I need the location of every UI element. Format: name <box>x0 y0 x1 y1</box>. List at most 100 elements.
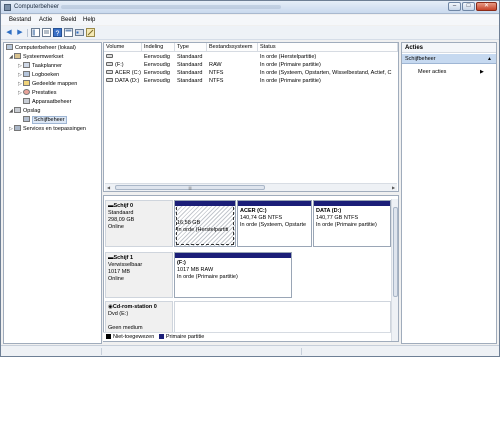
tree-item-gedeelde-mappen[interactable]: ▷ Gedeelde mappen <box>18 80 77 88</box>
minimize-button[interactable]: – <box>448 2 461 11</box>
window-title: Computerbeheer <box>14 4 60 10</box>
tree-item-opslag[interactable]: ◢ Opslag <box>9 107 40 115</box>
status-cell: In orde (Systeem, Opstarten, Wisselbesta… <box>260 70 392 76</box>
status-divider <box>101 348 102 355</box>
tree-item-prestaties[interactable]: ▷ Prestaties <box>18 89 56 97</box>
layout-cell: Eenvoudig <box>144 70 170 76</box>
cdrom-0-label[interactable]: ◉Cd-rom-station 0 Dvd (E:) Geen medium <box>105 301 173 333</box>
menu-bestand[interactable]: Bestand <box>9 17 31 23</box>
filesystem-cell: NTFS <box>209 78 224 84</box>
volume-cell: (F:) <box>104 61 142 69</box>
actions-pane: Acties Schijfbeheer ▲ Meer acties ▶ <box>401 42 497 344</box>
partition-bar <box>175 253 291 258</box>
scroll-left-icon[interactable]: ◀ <box>105 184 112 191</box>
toolbar-separator <box>27 29 28 37</box>
collapse-up-icon[interactable]: ▲ <box>487 54 492 64</box>
settings-icon[interactable] <box>85 28 95 38</box>
drive-icon <box>106 62 113 66</box>
title-bar-background-artifact <box>61 5 281 9</box>
volume-cell: ACER (C:) <box>104 69 142 77</box>
partition-recovery[interactable]: 16,58 GB In orde (Herstelpartiti <box>174 200 236 247</box>
scrollbar-thumb[interactable]: ||| <box>115 185 265 190</box>
disk-0-label[interactable]: ▬Schijf 0 Standaard 298,09 GB Online <box>105 200 173 247</box>
scrollbar-thumb[interactable] <box>393 207 398 297</box>
computer-management-window: Computerbeheer – □ ✕ Bestand Actie Beeld… <box>0 0 500 357</box>
tree-item-logboeken[interactable]: ▷ Logboeken <box>18 71 59 79</box>
column-header-bestandssysteem[interactable]: Bestandssysteem <box>207 43 258 52</box>
more-actions-link[interactable]: Meer acties ▶ <box>418 69 484 75</box>
horizontal-scrollbar[interactable]: ◀ ||| ▶ <box>105 183 397 191</box>
tree-item-taakplanner[interactable]: ▷ Taakplanner <box>18 62 62 70</box>
column-header-status[interactable]: Status <box>258 43 398 52</box>
drive-icon <box>106 78 113 82</box>
drive-icon <box>106 54 113 58</box>
volume-cell <box>104 53 142 61</box>
disk-view-icon[interactable] <box>74 28 84 38</box>
legend-swatch-unallocated <box>106 334 111 339</box>
scroll-right-icon[interactable]: ▶ <box>390 184 397 191</box>
tree-item-apparaatbeheer[interactable]: Apparaatbeheer <box>18 98 71 106</box>
status-divider <box>301 348 302 355</box>
disk-1-label[interactable]: ▬Schijf 1 Verwisselbaar 1017 MB Online <box>105 252 173 298</box>
partition-bar <box>238 201 311 206</box>
computer-icon <box>6 44 13 50</box>
legend-swatch-primary <box>158 334 164 339</box>
partition-f[interactable]: (F:) 1017 MB RAW In orde (Primaire partiti… <box>174 252 292 298</box>
column-header-volume[interactable]: Volume <box>104 43 142 52</box>
maximize-button[interactable]: □ <box>462 2 475 11</box>
status-cell: In orde (Primaire partitie) <box>260 62 321 68</box>
filesystem-cell: RAW <box>209 62 222 68</box>
legend-label: Primaire partitie <box>165 334 205 340</box>
show-hide-tree-icon[interactable] <box>30 28 40 38</box>
status-cell: In orde (Herstelpartitie) <box>260 54 317 60</box>
menu-actie[interactable]: Actie <box>39 17 52 23</box>
back-arrow-icon[interactable]: ◀ <box>4 28 14 38</box>
vertical-scrollbar[interactable] <box>391 199 398 341</box>
disk-layout-panel: ▬Schijf 0 Standaard 298,09 GB Online 16,… <box>103 195 399 342</box>
navigation-tree: Computerbeheer (lokaal) ◢ Systeemwerkset … <box>3 42 102 344</box>
tools-icon <box>14 53 21 59</box>
performance-icon <box>23 89 30 95</box>
tree-item-computerbeheer[interactable]: Computerbeheer (lokaal) <box>6 44 76 52</box>
menu-bar: Bestand Actie Beeld Help <box>1 15 499 25</box>
type-cell: Standaard <box>177 62 203 68</box>
drive-icon <box>106 70 113 74</box>
clock-icon <box>23 62 30 68</box>
event-log-icon <box>23 71 30 77</box>
column-header-type[interactable]: Type <box>175 43 207 52</box>
disk-management-icon <box>23 116 30 122</box>
layout-cell: Eenvoudig <box>144 62 170 68</box>
toolbar: ◀ ▶ ? <box>1 26 499 40</box>
device-manager-icon <box>23 98 30 104</box>
forward-arrow-icon[interactable]: ▶ <box>15 28 25 38</box>
type-cell: Standaard <box>177 54 203 60</box>
close-button[interactable]: ✕ <box>476 2 497 11</box>
partition-data-d[interactable]: DATA (D:) 140,77 GB NTFS In orde (Primaire… <box>313 200 391 247</box>
submenu-arrow-icon: ▶ <box>480 69 484 75</box>
menu-help[interactable]: Help <box>83 17 95 23</box>
legend-label: Niet-toegewezen <box>113 334 155 340</box>
legend: Niet-toegewezen Primaire partitie <box>103 332 391 341</box>
view-details-icon[interactable] <box>63 28 73 38</box>
filesystem-cell: NTFS <box>209 70 224 76</box>
svg-text:?: ? <box>55 31 59 38</box>
actions-title: Acties <box>402 43 496 53</box>
partition-bar <box>175 201 235 206</box>
tree-item-systeemwerkset[interactable]: ◢ Systeemwerkset <box>9 53 63 61</box>
tree-item-schijfbeheer[interactable]: Schijfbeheer <box>18 116 67 124</box>
volume-list: Volume Indeling Type Bestandssysteem Sta… <box>103 42 399 192</box>
shared-folder-icon <box>23 80 30 86</box>
title-bar[interactable]: Computerbeheer – □ ✕ <box>1 1 499 14</box>
cdrom-empty-area <box>174 301 391 333</box>
menu-beeld[interactable]: Beeld <box>61 17 76 23</box>
properties-icon[interactable] <box>41 28 51 38</box>
tree-item-services[interactable]: ▷ Services en toepassingen <box>9 125 86 133</box>
help-icon[interactable]: ? <box>52 28 62 38</box>
actions-group-schijfbeheer[interactable]: Schijfbeheer ▲ <box>402 54 496 64</box>
type-cell: Standaard <box>177 70 203 76</box>
layout-cell: Eenvoudig <box>144 78 170 84</box>
type-cell: Standaard <box>177 78 203 84</box>
partition-acer-c[interactable]: ACER (C:) 140,74 GB NTFS In orde (Systeem,… <box>237 200 312 247</box>
column-header-indeling[interactable]: Indeling <box>142 43 175 52</box>
partition-bar <box>314 201 390 206</box>
